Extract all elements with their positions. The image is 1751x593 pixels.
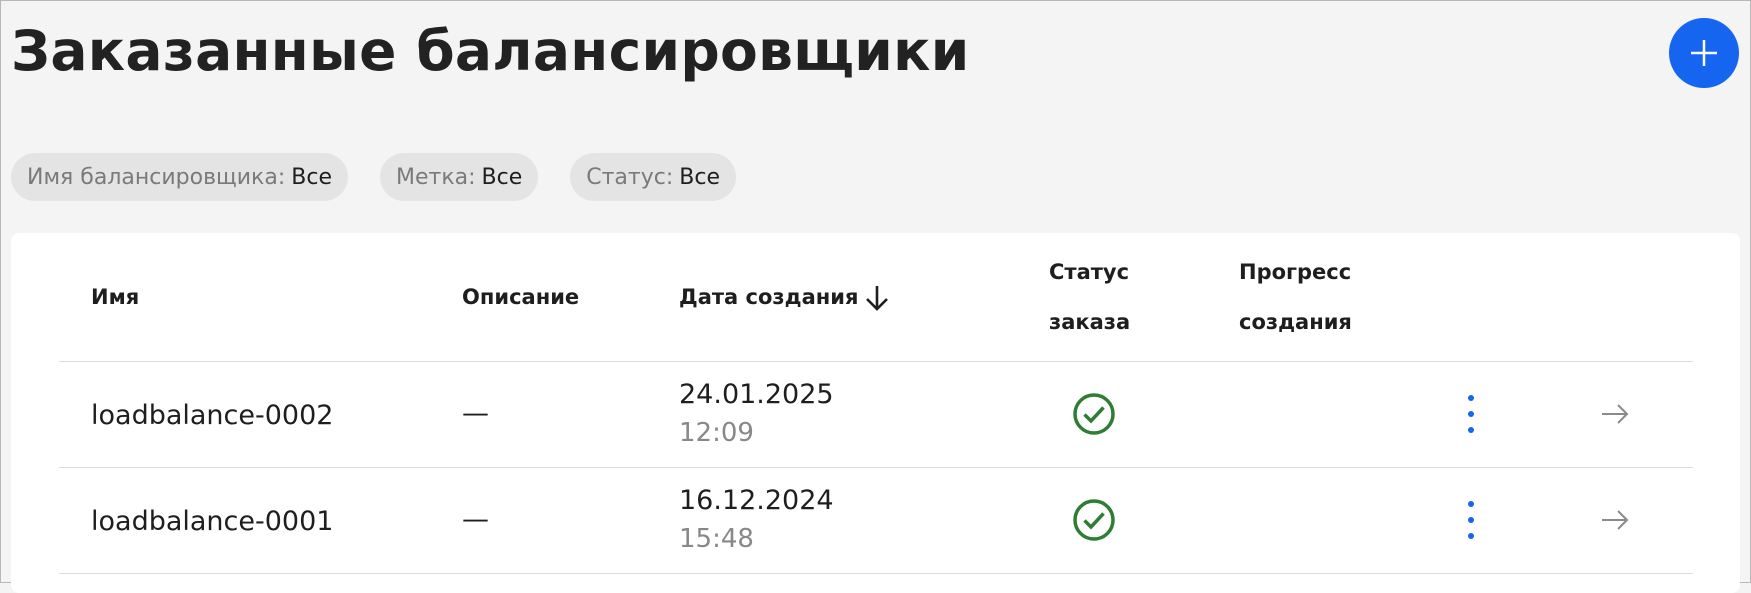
column-header-order-status-line2: заказа — [1049, 310, 1131, 334]
created-datetime: 24.01.2025 12:09 — [679, 377, 834, 453]
arrow-right-icon[interactable] — [1599, 504, 1631, 536]
check-circle-icon — [1073, 393, 1115, 435]
table-row[interactable]: loadbalance-0001 — 16.12.2024 15:48 — [59, 468, 1693, 574]
plus-icon — [1691, 40, 1717, 66]
dot — [1468, 427, 1474, 433]
balancer-name: loadbalance-0001 — [91, 506, 334, 537]
page-title: Заказанные балансировщики — [11, 19, 970, 83]
row-menu-button[interactable] — [1459, 392, 1483, 436]
dot — [1468, 517, 1474, 523]
filter-bar: Имя балансировщика: Все Метка: Все Стату… — [11, 153, 736, 201]
filter-value: Все — [679, 164, 720, 190]
column-header-progress[interactable]: Прогресс создания — [1239, 247, 1352, 347]
column-header-created-label: Дата создания — [679, 285, 859, 309]
filter-value: Все — [291, 164, 332, 190]
filter-chip-tag[interactable]: Метка: Все — [379, 153, 539, 201]
dot — [1468, 533, 1474, 539]
column-header-name[interactable]: Имя — [91, 272, 139, 322]
column-header-order-status[interactable]: Статус заказа — [1049, 247, 1130, 347]
created-time: 12:09 — [679, 418, 754, 448]
add-button[interactable] — [1669, 18, 1739, 88]
column-header-order-status-line1: Статус — [1049, 260, 1130, 284]
created-datetime: 16.12.2024 15:48 — [679, 483, 834, 559]
row-menu-button[interactable] — [1459, 498, 1483, 542]
balancer-description: — — [462, 504, 489, 535]
filter-label: Статус: — [586, 164, 674, 190]
dot — [1468, 501, 1474, 507]
created-time: 15:48 — [679, 524, 754, 554]
filter-chip-status[interactable]: Статус: Все — [570, 153, 736, 201]
table-row[interactable]: loadbalance-0002 — 24.01.2025 12:09 — [59, 362, 1693, 468]
filter-label: Имя балансировщика: — [27, 164, 286, 190]
balancer-description: — — [462, 398, 489, 429]
arrow-right-icon[interactable] — [1599, 398, 1631, 430]
column-header-description[interactable]: Описание — [462, 272, 579, 322]
balancer-name: loadbalance-0002 — [91, 400, 334, 431]
arrow-down-icon — [866, 286, 889, 311]
dot — [1468, 411, 1474, 417]
created-date: 16.12.2024 — [679, 485, 834, 516]
dot — [1468, 395, 1474, 401]
filter-label: Метка: — [395, 164, 476, 190]
filter-chip-balancer-name[interactable]: Имя балансировщика: Все — [11, 153, 348, 201]
filter-value: Все — [481, 164, 523, 190]
created-date: 24.01.2025 — [679, 379, 834, 410]
column-header-progress-line1: Прогресс — [1239, 260, 1352, 284]
check-circle-icon — [1073, 499, 1115, 541]
column-header-created[interactable]: Дата создания — [679, 272, 890, 322]
balancers-table: Имя Описание Дата создания Статус заказа… — [11, 233, 1740, 593]
table-header: Имя Описание Дата создания Статус заказа… — [59, 233, 1693, 362]
column-header-progress-line2: создания — [1239, 310, 1352, 334]
